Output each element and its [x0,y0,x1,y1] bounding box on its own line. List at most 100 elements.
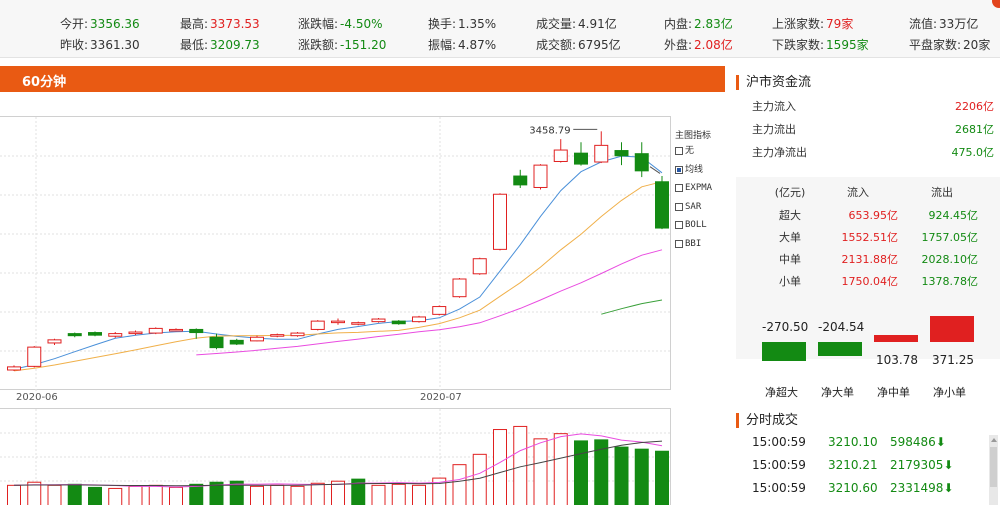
indicator-checkbox[interactable] [675,221,683,229]
quote-item: 昨收: 3361.30 [60,36,140,53]
net-flow-label: 净超大 [765,386,798,399]
table-row: 中单 2131.88亿 2028.10亿 [736,251,1000,271]
table-header-outflow: 流出 [931,186,953,199]
candle-body [452,278,467,298]
candle-body [47,339,62,344]
indicator-label: SAR [685,201,702,212]
quote-label: 最高: [180,17,209,31]
quote-label: 内盘: [664,17,693,31]
net-flow-value: -270.50 [762,320,809,334]
candle-body [371,318,386,323]
candle-body [412,316,426,323]
trade-volume: 2331498⬇ [890,481,954,495]
fund-flow-row: 主力流入 2206亿 [752,98,994,118]
trade-row: 15:00:59 3210.21 2179305⬇ [752,458,992,478]
candle-body [655,181,669,229]
x-axis-label-jun: 2020-06 [16,392,58,403]
chart-period-tab[interactable]: 60分钟 [0,66,725,92]
quote-item: 涨跌幅: -4.50% [298,15,383,32]
trade-price: 3210.10 [828,435,878,449]
quote-item: 振幅: 4.87% [428,36,496,53]
moving-average-line [13,181,663,372]
quote-item: 最高: 3373.53 [180,15,260,32]
quote-label: 下跌家数: [772,38,825,52]
fund-flow-value: 475.0亿 [951,146,995,159]
trade-volume: 598486⬇ [890,435,946,449]
indicator-label: EXPMA [685,183,713,193]
indicator-option[interactable]: BOLL [675,219,735,238]
volume-bar [371,484,386,505]
table-cell-outflow: 2028.10亿 [921,253,979,266]
notification-badge[interactable] [992,0,1000,8]
quote-value: 3373.53 [210,17,260,31]
candle-body [351,322,366,325]
quote-item: 涨跌额: -151.20 [298,36,386,53]
table-cell-inflow: 1750.04亿 [841,275,899,288]
fund-flow-row: 主力流出 2681亿 [752,121,994,141]
quote-value: 1595家 [826,38,869,52]
trade-row: 15:00:59 3210.60 2331498⬇ [752,481,992,501]
candle-body [108,333,123,337]
net-flow-bar [818,342,862,357]
table-cell-type: 超大 [779,209,801,222]
volume-bar [88,486,102,505]
quote-label: 成交额: [536,38,577,52]
candlestick-panel[interactable]: 3458.79 [0,116,671,391]
indicator-option[interactable]: 均线 [675,164,735,183]
fund-flow-label: 主力净流出 [752,146,807,159]
table-row: 超大 653.95亿 924.45亿 [736,207,1000,227]
quote-value: -151.20 [340,38,387,52]
indicator-checkbox[interactable] [675,239,683,248]
quote-value: -4.50% [340,17,383,31]
volume-bar [169,486,183,505]
volume-bar [472,453,487,505]
volume-bar [270,484,285,505]
quote-value: 3361.30 [90,38,140,52]
indicator-option[interactable]: 无 [675,145,735,164]
net-flow-bars: -270.50 净超大 -204.54 净大单 103.78 净中单 371.25 净小单 [736,306,1000,401]
table-cell-type: 中单 [779,253,801,266]
quote-value: 3209.73 [210,38,260,52]
indicator-option[interactable]: SAR [675,201,735,220]
indicator-checkbox[interactable] [675,184,683,192]
indicator-checkbox[interactable] [675,202,683,211]
volume-bar [614,446,629,505]
candle-body [27,346,42,367]
candlestick-chart: 3458.79 [0,117,671,391]
quote-label: 上涨家数: [772,17,825,31]
quote-value: 3356.36 [90,17,140,31]
net-flow-label: 净小单 [933,386,966,399]
x-axis-label-jul: 2020-07 [420,392,462,403]
side-panel: 沪市资金流 主力流入 2206亿 主力流出 2681亿 主力净流出 475.0亿 (亿元)… [736,66,1000,505]
indicator-checkbox[interactable] [675,147,683,155]
fund-flow-table-header: (亿元) 流入 流出 [736,184,1000,204]
indicator-option[interactable]: BBI [675,238,735,257]
trade-time: 15:00:59 [752,435,806,449]
indicator-label: 无 [685,146,695,156]
indicator-label: BOLL [685,220,707,230]
quote-bar: 今开: 3356.36 最高: 3373.53 涨跌幅: -4.50% 换手: 1.35% 成交… [0,0,1000,58]
candle-body [229,339,244,345]
quote-value: 79家 [826,17,854,31]
trade-price: 3210.21 [828,458,878,472]
indicator-option[interactable]: EXPMA [675,182,735,201]
moving-average-line [13,155,663,370]
trade-row: 15:00:59 3210.10 598486⬇ [752,435,992,455]
fund-flow-value: 2206亿 [955,100,994,113]
candle-body [189,328,204,334]
candle-body [634,153,649,172]
indicator-checkbox[interactable] [675,165,683,174]
volume-bar [655,450,669,505]
quote-item: 外盘: 2.08亿 [664,36,733,53]
table-cell-type: 大单 [779,231,801,244]
volume-panel[interactable] [0,408,671,505]
table-cell-type: 小单 [779,275,801,288]
fund-flow-row: 主力净流出 475.0亿 [752,144,994,164]
table-header-unit: (亿元) [774,186,806,199]
trades-scrollbar[interactable] [989,435,998,505]
volume-bar [27,481,42,505]
volume-bar [574,440,588,505]
indicator-label: BBI [685,238,702,249]
quote-item: 换手: 1.35% [428,15,496,32]
volume-bar [634,448,649,505]
